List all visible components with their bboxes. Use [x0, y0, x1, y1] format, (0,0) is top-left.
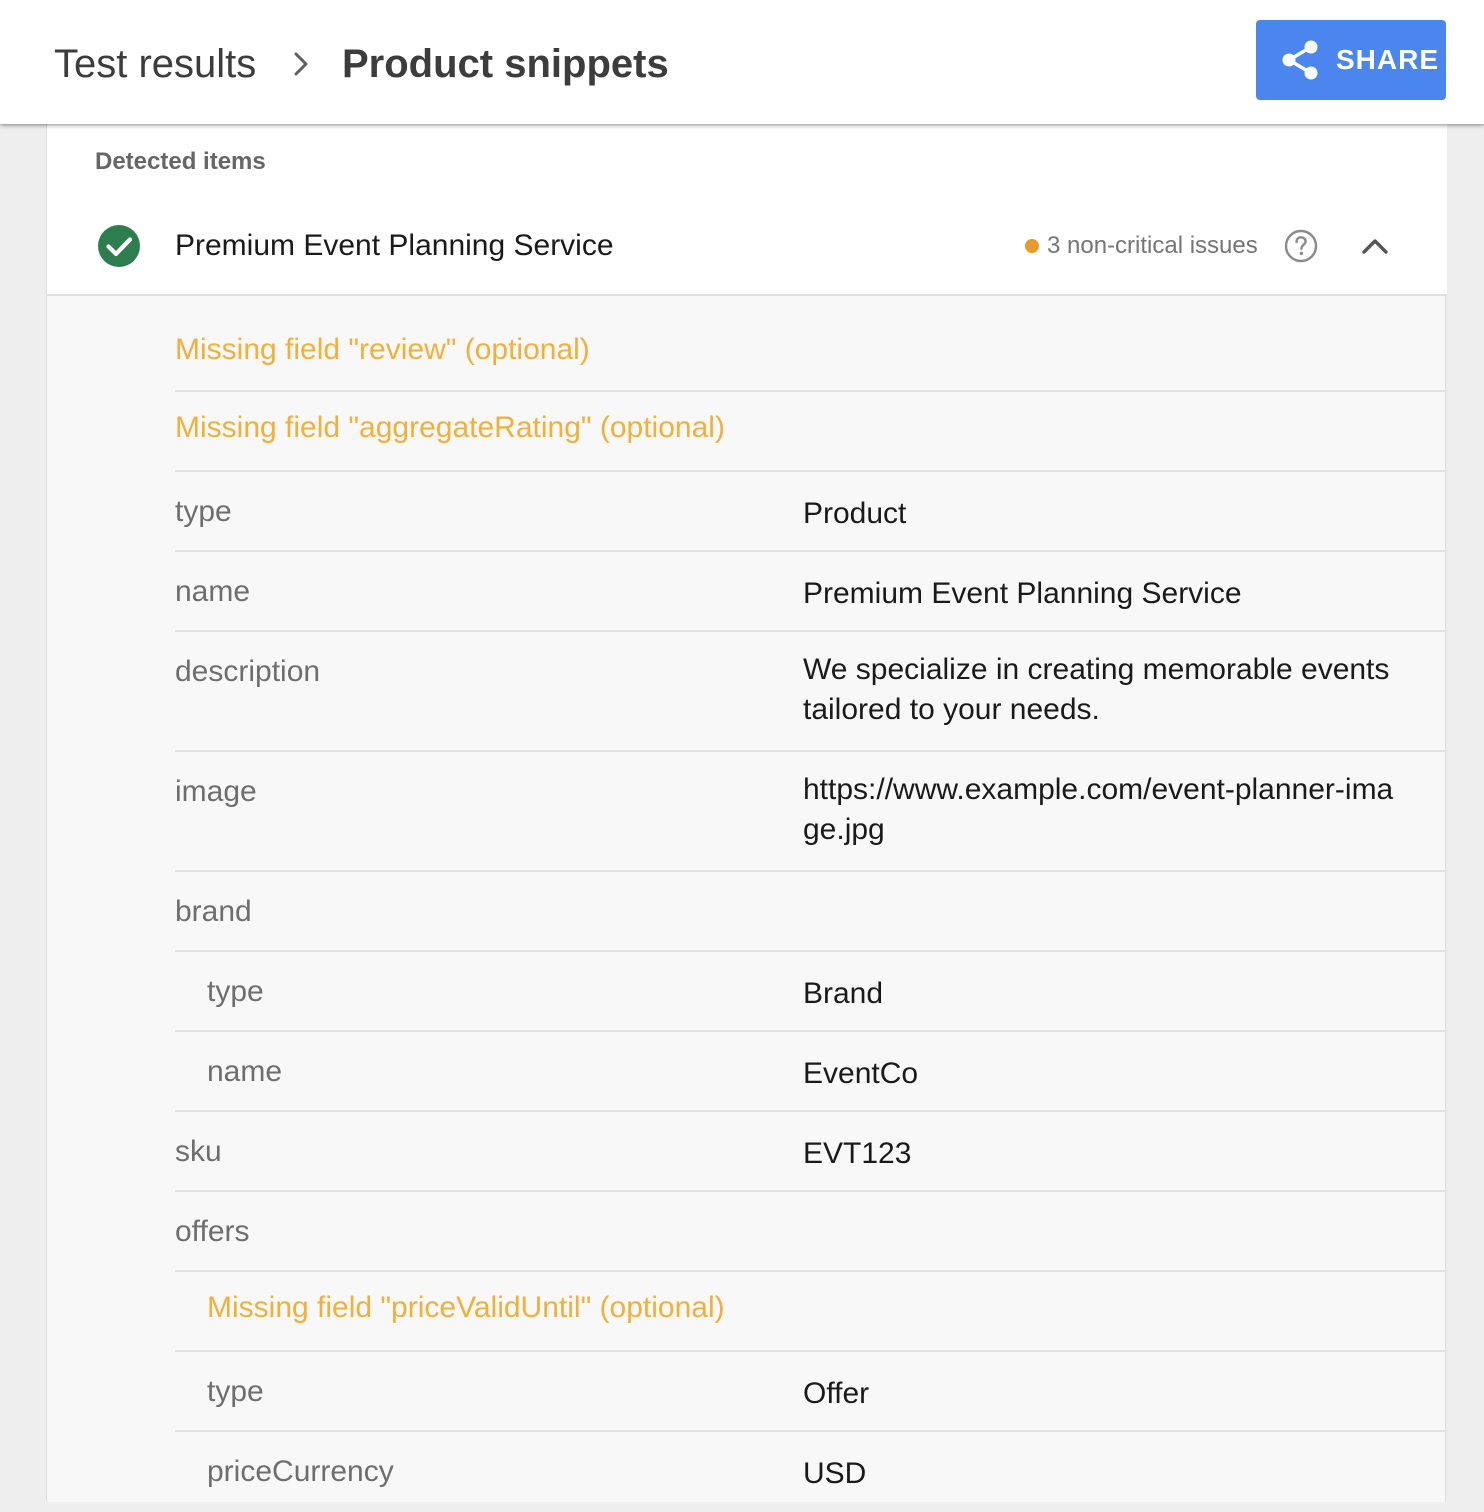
property-row-price-currency: priceCurrency USD [175, 1432, 1447, 1512]
page-title: Product snippets [342, 42, 669, 86]
property-row-description: description We specialize in creating me… [175, 632, 1447, 752]
warning-row: Missing field "priceValidUntil" (optiona… [175, 1272, 1447, 1352]
property-row-image: image https://www.example.com/event-plan… [175, 752, 1447, 872]
section-label: Detected items [95, 148, 266, 175]
property-name: offers [175, 1215, 250, 1248]
item-title[interactable]: Premium Event Planning Service [175, 228, 614, 264]
warning-row: Missing field "review" (optional) [175, 296, 1447, 392]
breadcrumb-test-results[interactable]: Test results [54, 40, 256, 88]
property-name: sku [175, 1135, 222, 1168]
warning-aggregate-rating: Missing field "aggregateRating" (optiona… [175, 411, 725, 444]
property-value: Offer [803, 1377, 870, 1410]
help-circle-icon[interactable] [1283, 228, 1319, 264]
detected-item-header[interactable]: Detected items Premium Event Planning Se… [47, 124, 1447, 296]
property-row-sku: sku EVT123 [175, 1112, 1447, 1192]
warning-price-valid-until: Missing field "priceValidUntil" (optiona… [207, 1291, 725, 1324]
property-row-offer-type: type Offer [175, 1352, 1447, 1432]
property-row-type: type Product [175, 472, 1447, 552]
property-name: image [175, 775, 257, 808]
property-row-brand-type: type Brand [175, 952, 1447, 1032]
issue-dot [1025, 239, 1039, 253]
property-name: brand [175, 895, 252, 928]
property-value: We specialize in creating memorable even… [803, 653, 1390, 726]
share-label: SHARE [1336, 44, 1440, 75]
property-value: EVT123 [803, 1137, 912, 1170]
property-value: Product [803, 497, 907, 530]
property-row-name: name Premium Event Planning Service [175, 552, 1447, 632]
property-row-offers: offers [175, 1192, 1447, 1272]
property-name: type [207, 975, 264, 1008]
property-value: Brand [803, 977, 884, 1010]
property-value: USD [803, 1457, 867, 1490]
property-name: type [207, 1375, 264, 1408]
property-value: https://www.example.com/event-planner-im… [803, 773, 1394, 846]
property-row-brand: brand [175, 872, 1447, 952]
property-list: Missing field "review" (optional) Missin… [175, 296, 1447, 1512]
issues-count: 3 non-critical issues [1047, 232, 1258, 259]
warning-review: Missing field "review" (optional) [175, 333, 590, 366]
property-name: name [175, 575, 251, 608]
property-name: priceCurrency [207, 1455, 394, 1488]
property-row-brand-name: name EventCo [175, 1032, 1447, 1112]
detected-items-card: Detected items Premium Event Planning Se… [46, 124, 1447, 1502]
property-value: EventCo [803, 1057, 919, 1090]
property-value: Premium Event Planning Service [803, 577, 1242, 610]
check-circle-icon [98, 225, 140, 267]
chevron-right-icon [294, 52, 308, 76]
share-icon [1282, 40, 1318, 80]
chevron-up-icon[interactable] [1359, 232, 1391, 260]
share-button[interactable]: SHARE [1256, 20, 1446, 100]
warning-row: Missing field "aggregateRating" (optiona… [175, 392, 1447, 472]
top-app-bar: Test results Product snippets SHARE [0, 0, 1484, 124]
property-name: description [175, 655, 321, 688]
property-name: type [175, 495, 232, 528]
property-name: name [207, 1055, 283, 1088]
